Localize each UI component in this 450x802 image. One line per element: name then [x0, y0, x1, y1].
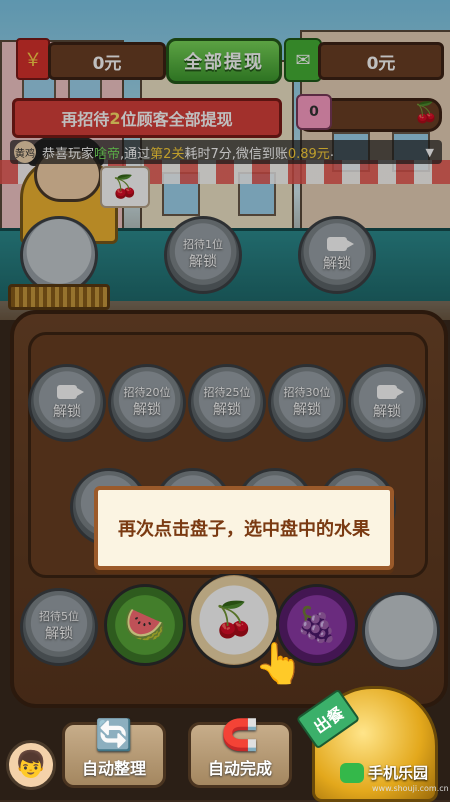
red-envelope-icon[interactable]: ￥ — [16, 38, 50, 80]
plate-unlock-condition: 招待20位 — [123, 386, 171, 399]
progress-goal-lychee-icon: 🍒 — [413, 100, 439, 124]
plate-unlock-label: 解锁 — [323, 256, 351, 272]
auto-sort-button[interactable]: 🔄 自动整理 — [62, 718, 166, 788]
ticker-text-4: . — [329, 144, 334, 160]
plate-unlock-label: 解锁 — [133, 402, 161, 418]
wechat-balance: 0元 — [318, 42, 444, 80]
board-plate-locked-4[interactable]: 招待30位 解锁 — [268, 364, 346, 442]
watermark-icon — [340, 762, 364, 783]
ticker-text-3: 耗时7分,微信到账 — [184, 146, 288, 162]
board-plate-locked-5[interactable]: 解锁 — [348, 364, 426, 442]
video-ad-icon — [327, 237, 354, 251]
lychee-icon: 🍒 — [212, 600, 256, 640]
dragonfruit-icon: 🍇 — [295, 605, 339, 645]
magnet-icon: 🧲 — [221, 718, 259, 753]
plate-unlock-condition: 招待25位 — [203, 386, 251, 399]
task-suffix: 位顾客全部提现 — [120, 110, 233, 129]
plate-unlock-label: 解锁 — [373, 404, 401, 420]
auto-complete-button[interactable]: 🧲 自动完成 — [188, 718, 292, 788]
video-ad-icon — [377, 385, 404, 399]
ticker-avatar: 黄鸡 — [14, 141, 36, 163]
plate-unlock-condition: 招待5位 — [39, 610, 79, 623]
plate-unlock-label: 解锁 — [45, 626, 73, 642]
tutorial-tip: 再次点击盘子，选中盘中的水果 — [94, 486, 394, 570]
red-envelope-balance: 0元 — [48, 42, 166, 80]
ticker-player: 啥帝 — [94, 146, 121, 162]
auto-sort-label: 自动整理 — [81, 759, 146, 778]
watermelon-plate[interactable]: 🍉 — [104, 584, 186, 666]
plate-unlock-label: 解锁 — [53, 404, 81, 420]
news-ticker: 黄鸡 恭喜玩家 啥帝 ,通过 第2关 耗时7分,微信到账 0.89元 . ▼ — [10, 140, 442, 164]
avatar[interactable]: 👦 — [6, 740, 56, 790]
plate-unlock-label: 解锁 — [293, 402, 321, 418]
task-count: 2 — [109, 108, 121, 128]
counter-plate-2-locked[interactable]: 招待1位 解锁 — [164, 216, 242, 294]
watermark-name: 手机乐园 — [368, 764, 429, 782]
watermelon-icon: 🍉 — [123, 605, 167, 645]
plate-unlock-label: 解锁 — [213, 402, 241, 418]
withdraw-all-button[interactable]: 全部提现 — [166, 38, 282, 84]
counter-plate-3-locked[interactable]: 解锁 — [298, 216, 376, 294]
watermark-logo: 手机乐园 — [340, 762, 428, 783]
task-prefix: 再招待 — [61, 110, 110, 129]
ticker-level: 第2关 — [150, 146, 185, 162]
video-ad-icon — [57, 385, 84, 399]
ticker-text-2: ,通过 — [120, 146, 151, 162]
grill-vent — [8, 284, 110, 310]
progress-star-badge: 0 — [296, 94, 332, 130]
wechat-icon[interactable]: ✉ — [284, 38, 322, 82]
plate-unlock-label: 解锁 — [189, 254, 217, 270]
task-banner: 再招待 2 位顾客全部提现 — [12, 98, 282, 138]
plate-unlock-condition: 招待30位 — [283, 386, 331, 399]
watermark-url: www.shouji.com.cn — [372, 784, 449, 793]
chevron-down-icon[interactable]: ▼ — [426, 146, 434, 159]
board-plate-locked-3[interactable]: 招待25位 解锁 — [188, 364, 266, 442]
refresh-arrows-icon: 🔄 — [95, 718, 133, 753]
ticker-amount: 0.89元 — [287, 146, 330, 162]
board-plate-locked-6[interactable]: 招待5位 解锁 — [20, 588, 98, 666]
board-plate-locked-1[interactable]: 解锁 — [28, 364, 106, 442]
board-plate-empty[interactable] — [362, 592, 440, 670]
pointing-hand-icon: 👆 — [254, 641, 304, 687]
board-plate-locked-2[interactable]: 招待20位 解锁 — [108, 364, 186, 442]
ticker-text-1: 恭喜玩家 — [42, 146, 95, 162]
counter-plate-1[interactable] — [20, 216, 98, 294]
plate-unlock-condition: 招待1位 — [183, 238, 223, 251]
auto-complete-label: 自动完成 — [207, 759, 272, 778]
order-lychee-icon: 🍒 — [100, 166, 150, 208]
